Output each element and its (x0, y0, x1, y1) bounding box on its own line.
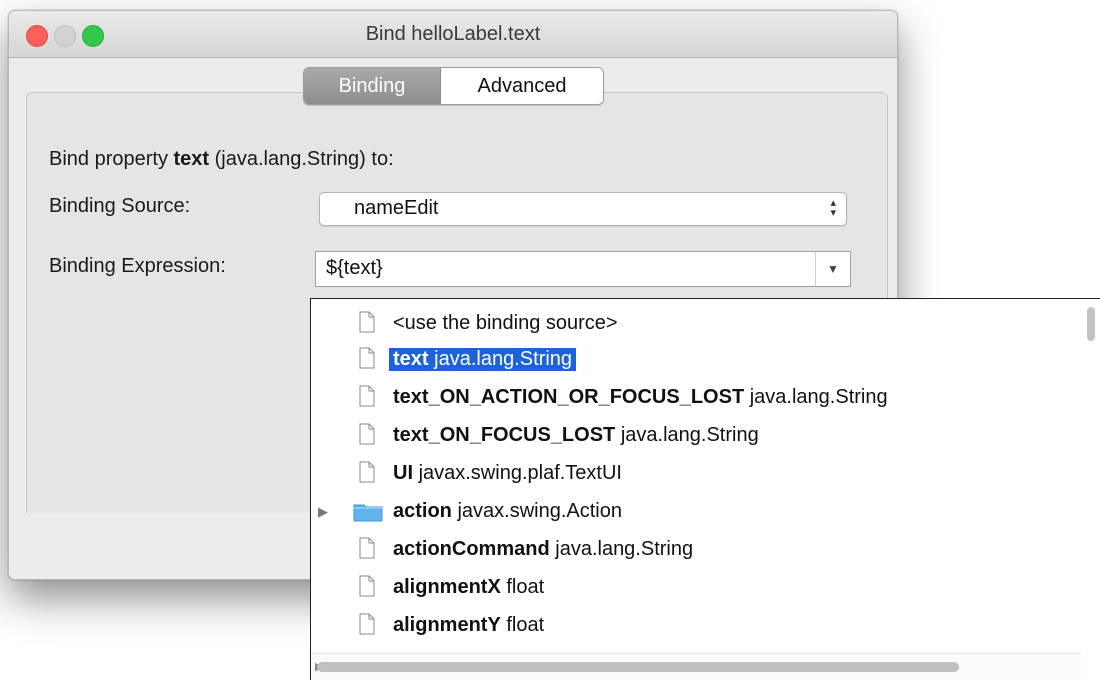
item-name: <use the binding source> (393, 312, 618, 334)
intro-suffix: (java.lang.String) to: (209, 148, 394, 170)
item-type: float (506, 576, 545, 598)
document-icon (359, 311, 375, 333)
document-icon (359, 537, 375, 559)
list-item[interactable]: ▶ action javax.swing.Action (311, 493, 1081, 529)
item-type: java.lang.String (749, 386, 888, 408)
item-name: text (393, 348, 429, 370)
horizontal-scrollbar-thumb[interactable] (317, 662, 959, 672)
folder-icon (353, 504, 383, 522)
intro-property: text (173, 148, 210, 170)
horizontal-scrollbar[interactable]: ▶ (311, 653, 1081, 680)
item-type: float (506, 614, 545, 636)
list-item-text: action javax.swing.Action (393, 500, 622, 523)
list-item-text: alignmentY float (393, 614, 544, 637)
list-item-text: text java.lang.String (389, 348, 577, 371)
binding-source-label: Binding Source: (49, 195, 191, 217)
item-name: actionCommand (393, 538, 550, 560)
combo-dropdown-arrow-icon[interactable]: ▼ (815, 252, 850, 286)
stage: Bind helloLabel.text Binding Advanced Bi… (0, 0, 1100, 680)
list-item-text: alignmentX float (393, 576, 544, 599)
item-type: java.lang.String (434, 348, 573, 370)
document-icon (359, 385, 375, 407)
title-bar: Bind helloLabel.text (9, 11, 897, 58)
disclosure-triangle-icon[interactable]: ▶ (318, 504, 328, 520)
list-item[interactable]: text_ON_FOCUS_LOST java.lang.String (311, 417, 1081, 453)
list-item[interactable]: alignmentY float (311, 607, 1081, 643)
binding-expression-dropdown-list: <use the binding source> text java.lang.… (310, 298, 1100, 680)
tab-binding[interactable]: Binding (304, 68, 441, 104)
tab-advanced[interactable]: Advanced (441, 68, 603, 104)
item-name: UI (393, 462, 413, 484)
document-icon (359, 575, 375, 597)
item-name: text_ON_ACTION_OR_FOCUS_LOST (393, 386, 745, 408)
list-item-text: text_ON_ACTION_OR_FOCUS_LOST java.lang.S… (393, 386, 888, 409)
binding-expression-combobox[interactable]: ${text} ▼ (315, 251, 851, 287)
item-type: javax.swing.plaf.TextUI (418, 462, 622, 484)
binding-source-popup[interactable]: nameEdit ▴ ▾ (319, 192, 847, 226)
updown-chevron-icon: ▴ ▾ (830, 197, 836, 219)
item-name: text_ON_FOCUS_LOST (393, 424, 616, 446)
vertical-scrollbar-thumb[interactable] (1087, 307, 1095, 341)
item-name: action (393, 500, 452, 522)
list-item[interactable]: alignmentX float (311, 569, 1081, 605)
binding-source-value: nameEdit (354, 197, 439, 219)
list-item-text: <use the binding source> (393, 312, 618, 335)
item-type: java.lang.String (620, 424, 759, 446)
item-type: javax.swing.Action (457, 500, 622, 522)
binding-expression-value[interactable]: ${text} (326, 257, 383, 280)
list-item-text: actionCommand java.lang.String (393, 538, 693, 561)
document-icon (359, 423, 375, 445)
list-item[interactable]: <use the binding source> (311, 305, 1081, 341)
list-item[interactable]: UI javax.swing.plaf.TextUI (311, 455, 1081, 491)
bind-property-description: Bind property text (java.lang.String) to… (49, 148, 394, 171)
binding-expression-label: Binding Expression: (49, 255, 226, 277)
window-title: Bind helloLabel.text (365, 23, 541, 45)
list-item-selected[interactable]: text java.lang.String (311, 341, 1081, 377)
document-icon (359, 461, 375, 483)
intro-prefix: Bind property (49, 148, 174, 170)
list-item[interactable]: actionCommand java.lang.String (311, 531, 1081, 567)
tab-segmented-control: Binding Advanced (303, 67, 604, 105)
item-name: alignmentY (393, 614, 501, 636)
item-name: alignmentX (393, 576, 501, 598)
list-item-text: text_ON_FOCUS_LOST java.lang.String (393, 424, 759, 447)
item-type: java.lang.String (555, 538, 694, 560)
list-item-text: UI javax.swing.plaf.TextUI (393, 462, 622, 485)
document-icon (359, 347, 375, 369)
list-item[interactable]: text_ON_ACTION_OR_FOCUS_LOST java.lang.S… (311, 379, 1081, 415)
document-icon (359, 613, 375, 635)
